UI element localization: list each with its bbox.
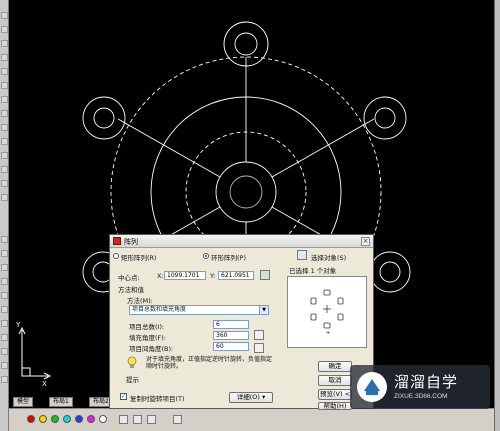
pick-point-icon[interactable] xyxy=(260,270,270,280)
center-x-label: X: xyxy=(157,272,164,280)
tip-text: 对于填充角度，正值指定逆时针旋转，负值指定顺时针旋转。 xyxy=(146,356,273,370)
watermark-title: 溜溜自学 xyxy=(394,373,459,391)
rotate-items-label: 复制时旋转项目(T) xyxy=(130,395,185,403)
toolbar-button[interactable] xyxy=(1,180,8,187)
toolbar-button[interactable] xyxy=(1,320,8,327)
fill-angle-label: 填充角度(F): xyxy=(129,334,167,342)
pen-icon[interactable] xyxy=(119,415,128,424)
tab-layout1[interactable]: 布局1 xyxy=(49,397,73,407)
svg-text:X: X xyxy=(42,380,47,388)
color-white[interactable] xyxy=(99,415,107,423)
toolbar-button[interactable] xyxy=(1,124,8,131)
color-toolbar xyxy=(9,408,494,431)
center-label: 中心点: xyxy=(118,274,140,282)
hub-inner xyxy=(229,175,263,209)
preview-graphic: + xyxy=(310,289,344,336)
toolbar-button[interactable] xyxy=(1,82,8,89)
autocad-icon xyxy=(113,237,121,245)
color-red[interactable] xyxy=(27,415,35,423)
center-y-field[interactable]: 621.0951 xyxy=(218,271,254,280)
clear-icon[interactable] xyxy=(173,415,182,424)
rect-array-radio[interactable] xyxy=(113,253,119,259)
pick-item-angle-icon[interactable] xyxy=(254,343,264,353)
toolbar-button[interactable] xyxy=(1,264,8,271)
cad-window: Y X 模型 布局1 布局2 阵列 × 矩形阵列(R) 环形阵列(P) 选择对象… xyxy=(0,0,500,431)
toolbar-button[interactable] xyxy=(1,362,8,369)
pick-angle-icon[interactable] xyxy=(254,330,264,340)
bolt-hole-left xyxy=(82,96,126,140)
color-green[interactable] xyxy=(51,415,59,423)
polar-array-label: 环形阵列(P) xyxy=(211,254,246,262)
left-toolbar xyxy=(0,0,9,431)
color-magenta[interactable] xyxy=(87,415,95,423)
eraser-icon[interactable] xyxy=(133,415,142,424)
color-yellow[interactable] xyxy=(39,415,47,423)
close-button[interactable]: × xyxy=(361,237,370,246)
tab-model[interactable]: 模型 xyxy=(13,397,34,407)
toolbar-button[interactable] xyxy=(1,236,8,243)
select-objects-icon[interactable] xyxy=(297,250,307,260)
right-toolbar xyxy=(494,0,500,431)
watermark-logo-icon xyxy=(357,372,387,402)
toolbar-button[interactable] xyxy=(1,292,8,299)
toolbar-button[interactable] xyxy=(1,306,8,313)
watermark-url: ZIXUE.3D66.COM xyxy=(394,393,448,400)
selected-count: 已选择 1 个对象 xyxy=(289,267,337,275)
dialog-title: 阵列 xyxy=(124,238,138,246)
total-items-field[interactable]: 6 xyxy=(213,320,249,329)
hub-outer xyxy=(215,161,277,223)
toolbar-button[interactable] xyxy=(1,54,8,61)
fill-angle-field[interactable]: 360 xyxy=(213,331,249,340)
toolbar-button[interactable] xyxy=(1,152,8,159)
svg-text:Y: Y xyxy=(15,321,21,329)
total-items-label: 项目总数(I): xyxy=(129,323,165,331)
dialog-titlebar[interactable]: 阵列 × xyxy=(110,235,373,248)
ucs-icon: Y X xyxy=(15,321,52,388)
select-objects-label: 选择对象(S) xyxy=(311,254,347,262)
text-tool-icon[interactable] xyxy=(147,415,156,424)
toolbar-button[interactable] xyxy=(1,68,8,75)
lightbulb-icon xyxy=(127,356,137,368)
toolbar-button[interactable] xyxy=(1,138,8,145)
watermark: 溜溜自学 ZIXUE.3D66.COM xyxy=(350,365,490,409)
toolbar-button[interactable] xyxy=(1,334,8,341)
toolbar-button[interactable] xyxy=(1,110,8,117)
toolbar-button[interactable] xyxy=(1,26,8,33)
help-button[interactable]: 帮助(H) xyxy=(318,402,352,410)
polar-array-radio[interactable] xyxy=(203,253,209,259)
tip-label: 提示 xyxy=(126,376,139,384)
method-label: 方法(M): xyxy=(127,297,153,305)
rotate-items-checkbox[interactable]: ✓ xyxy=(120,393,127,400)
toolbar-button[interactable] xyxy=(1,278,8,285)
method-select[interactable]: 项目总数和填充角度 ▼ xyxy=(129,305,269,315)
svg-text:+: + xyxy=(326,330,330,336)
array-preview: + xyxy=(287,276,367,348)
method-group-label: 方法和值 xyxy=(118,286,144,294)
center-x-field[interactable]: 1099.1701 xyxy=(164,271,206,280)
color-cyan[interactable] xyxy=(63,415,71,423)
preview-button[interactable]: 预览(V) < xyxy=(318,389,352,400)
toolbar-button[interactable] xyxy=(1,40,8,47)
rect-array-label: 矩形阵列(R) xyxy=(121,254,157,262)
method-select-value: 项目总数和填充角度 xyxy=(132,306,187,313)
toolbar-button[interactable] xyxy=(1,166,8,173)
chevron-down-icon: ▼ xyxy=(259,306,268,314)
toolbar-button[interactable] xyxy=(1,250,8,257)
toolbar-button[interactable] xyxy=(1,376,8,383)
center-y-label: Y: xyxy=(210,272,216,280)
more-button[interactable]: 详细(O) ▾ xyxy=(229,392,273,403)
bolt-hole-right xyxy=(363,96,407,140)
ok-button[interactable]: 确定 xyxy=(318,361,352,372)
toolbar-button[interactable] xyxy=(1,348,8,355)
color-blue[interactable] xyxy=(75,415,83,423)
item-angle-field[interactable]: 60 xyxy=(213,342,249,351)
cancel-button[interactable]: 取消 xyxy=(318,375,352,386)
toolbar-button[interactable] xyxy=(1,194,8,201)
item-angle-label: 项目间角度(B): xyxy=(129,345,174,353)
toolbar-button[interactable] xyxy=(1,12,8,19)
toolbar-button[interactable] xyxy=(1,96,8,103)
bolt-hole-bottom-right xyxy=(369,251,411,293)
